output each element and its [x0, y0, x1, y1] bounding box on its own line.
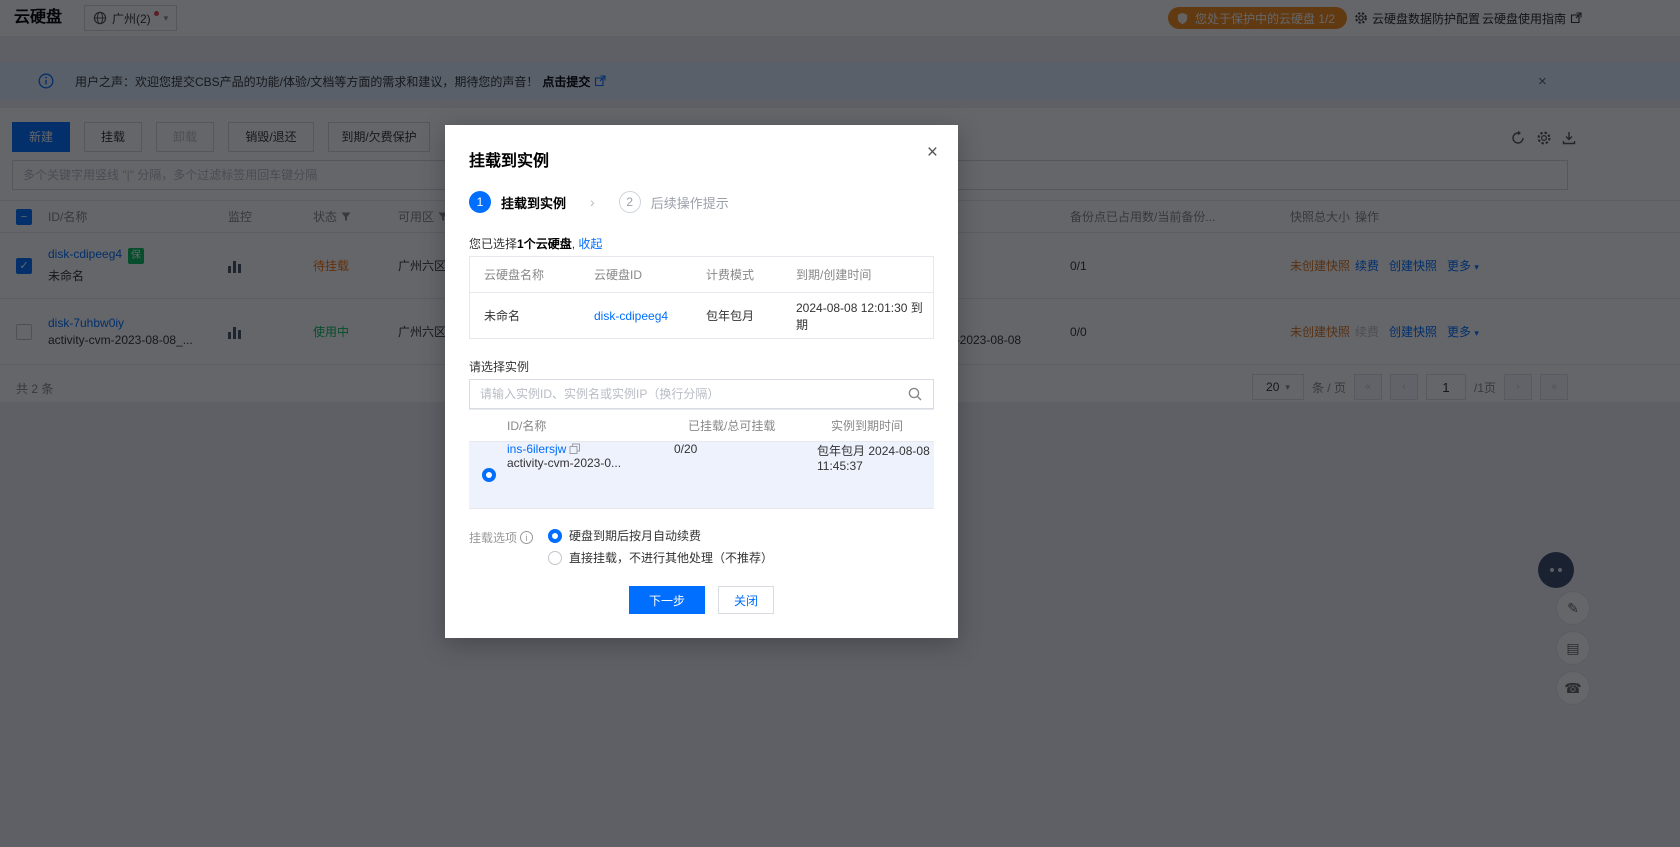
select-instance-label: 请选择实例 — [469, 358, 529, 375]
option-direct-attach[interactable]: 直接挂载，不进行其他处理（不推荐） — [548, 549, 773, 566]
collapse-link[interactable]: 收起 — [578, 237, 602, 251]
col-instance-id-name: ID/名称 — [469, 410, 674, 441]
attach-options-label: 挂载选项i — [469, 529, 533, 546]
info-icon[interactable]: i — [520, 531, 533, 544]
col-disk-name: 云硬盘名称 — [470, 257, 580, 292]
instance-radio[interactable] — [482, 468, 496, 482]
chevron-right-icon: › — [580, 194, 605, 210]
attach-to-instance-dialog: 挂载到实例 × 1 挂载到实例 › 2 后续操作提示 您已选择1个云硬盘, 收起… — [445, 125, 958, 638]
next-step-button[interactable]: 下一步 — [629, 586, 705, 614]
option-direct-attach-label: 直接挂载，不进行其他处理（不推荐） — [569, 549, 773, 566]
table-row: 未命名 disk-cdipeeg4 包年包月 2024-08-08 12:01:… — [470, 293, 933, 338]
selected-disk-table: 云硬盘名称 云硬盘ID 计费模式 到期/创建时间 未命名 disk-cdipee… — [469, 256, 934, 339]
selected-summary: 您已选择1个云硬盘, 收起 — [469, 235, 602, 252]
option-auto-renew[interactable]: 硬盘到期后按月自动续费 — [548, 527, 701, 544]
col-billing-mode: 计费模式 — [692, 257, 782, 292]
step-1-label: 挂载到实例 — [501, 193, 566, 212]
instance-name: activity-cvm-2023-0... — [507, 456, 621, 470]
radio-unselected[interactable] — [548, 551, 562, 565]
instance-billing: 包年包月 — [817, 444, 865, 458]
radio-selected[interactable] — [548, 529, 562, 543]
option-auto-renew-label: 硬盘到期后按月自动续费 — [569, 527, 701, 544]
instance-search-input[interactable] — [469, 379, 934, 409]
col-expire-time: 到期/创建时间 — [782, 257, 933, 292]
instance-id-link[interactable]: ins-6ilersjw — [507, 442, 566, 456]
close-button[interactable]: 关闭 — [718, 586, 774, 614]
step-2-circle: 2 — [619, 191, 641, 213]
step-1-circle: 1 — [469, 191, 491, 213]
instance-table: ID/名称 已挂载/总可挂载 实例到期时间 ins-6ilersjw activ… — [469, 409, 934, 509]
instance-row[interactable]: ins-6ilersjw activity-cvm-2023-0... 0/20… — [469, 442, 934, 508]
col-attached-count: 已挂载/总可挂载 — [674, 410, 817, 441]
close-icon[interactable]: × — [927, 143, 938, 162]
disk-name: 未命名 — [470, 293, 580, 338]
col-disk-id: 云硬盘ID — [580, 257, 692, 292]
expire-time: 2024-08-08 12:01:30 到期 — [782, 293, 933, 338]
copy-icon[interactable] — [569, 443, 581, 455]
search-icon[interactable] — [907, 386, 923, 402]
dialog-title: 挂载到实例 — [469, 147, 549, 171]
attached-count: 0/20 — [674, 442, 817, 508]
step-indicator: 1 挂载到实例 › 2 后续操作提示 — [469, 191, 729, 213]
col-instance-expire: 实例到期时间 — [817, 410, 934, 441]
step-2-label: 后续操作提示 — [651, 193, 729, 212]
billing-mode: 包年包月 — [692, 293, 782, 338]
disk-id-link[interactable]: disk-cdipeeg4 — [594, 309, 668, 323]
